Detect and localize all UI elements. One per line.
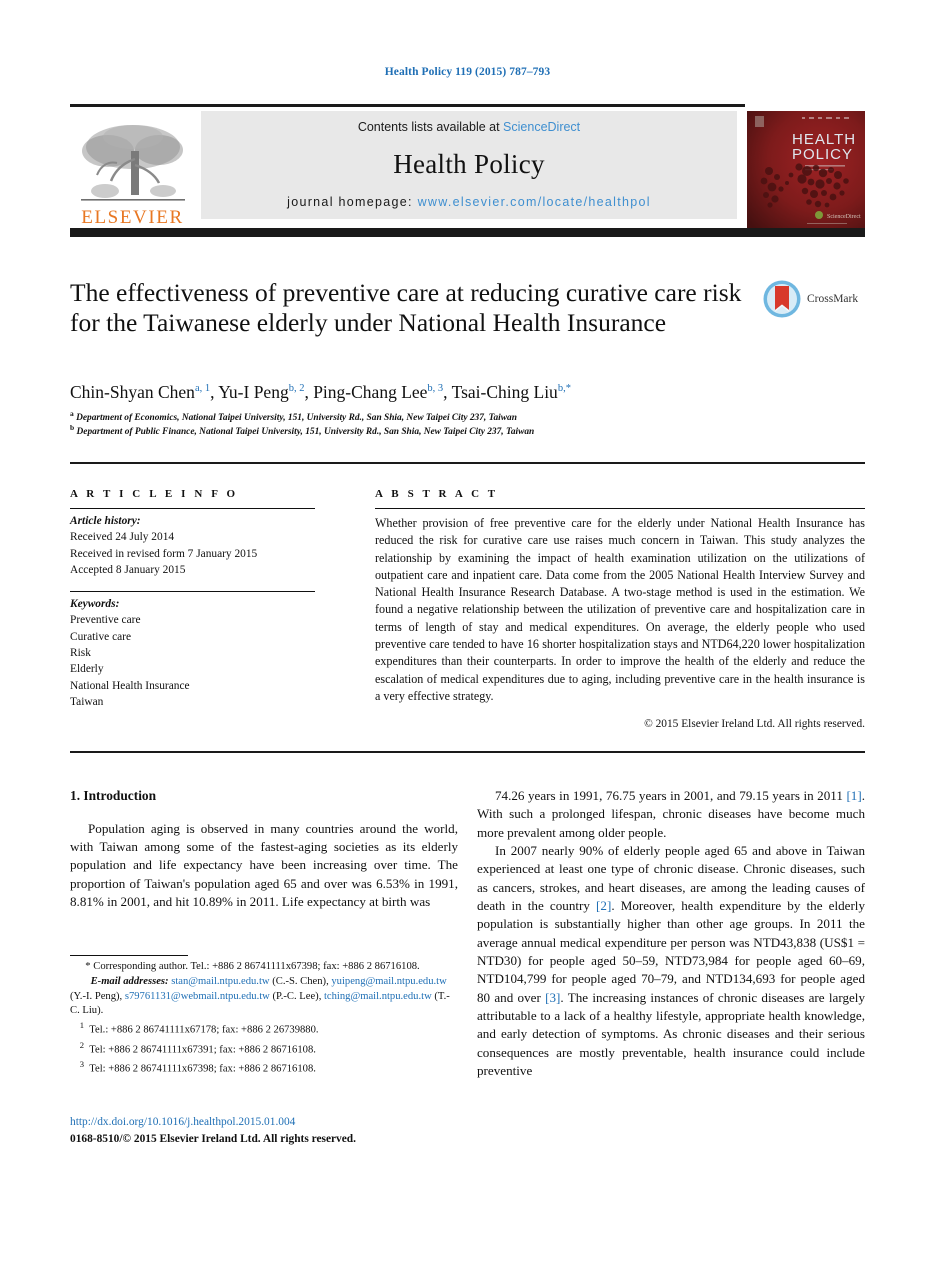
body-paragraph: In 2007 nearly 90% of elderly people age…	[477, 842, 865, 1078]
history-item: Received in revised form 7 January 2015	[70, 547, 258, 560]
homepage-prefix: journal homepage:	[287, 195, 418, 209]
footnote-rule	[70, 955, 188, 956]
paper-page: Health Policy 119 (2015) 787–793 ELSEVIE…	[0, 0, 935, 1266]
email-link[interactable]: stan@mail.ntpu.edu.tw	[171, 976, 269, 987]
body-paragraph: Population aging is observed in many cou…	[70, 820, 458, 910]
email-link[interactable]: s79761131@webmail.ntpu.edu.tw	[125, 991, 270, 1002]
footnote-numbered-1: 1 Tel.: +886 2 86741111x67178; fax: +886…	[70, 1019, 458, 1038]
masthead-center-panel: Contents lists available at ScienceDirec…	[201, 111, 737, 219]
email-owner: (C.-S. Chen)	[272, 975, 327, 987]
footnote-number: 3	[79, 1059, 84, 1070]
footnote-number: 2	[79, 1039, 84, 1050]
abstract-heading: A B S T R A C T	[375, 488, 499, 500]
reference-link[interactable]: [3]	[545, 990, 560, 1005]
footnote-text: Tel: +886 2 86741111x67391; fax: +886 2 …	[89, 1044, 316, 1056]
journal-cover-thumbnail: HEALTH POLICY ScienceDirect	[747, 111, 865, 229]
abstract-text: Whether provision of free preventive car…	[375, 516, 865, 703]
article-info-heading: A R T I C L E I N F O	[70, 488, 239, 500]
email-owner: (P.-C. Lee)	[272, 990, 319, 1002]
elsevier-logo: ELSEVIER	[70, 111, 195, 229]
crossmark-icon	[763, 280, 801, 318]
email-link[interactable]: tching@mail.ntpu.edu.tw	[324, 991, 432, 1002]
keywords-block: Keywords: Preventive care Curative care …	[70, 592, 315, 711]
email-owner: (Y.-I. Peng)	[70, 990, 120, 1002]
crossmark-label: CrossMark	[807, 293, 859, 305]
affiliation-a: a Department of Economics, National Taip…	[70, 409, 870, 423]
masthead-top-rule	[70, 104, 745, 107]
affiliation-b-marker: b	[70, 423, 75, 432]
affiliation-a-text: Department of Economics, National Taipei…	[76, 413, 517, 424]
affiliation-a-marker: a	[70, 409, 74, 418]
keyword-item: National Health Insurance	[70, 679, 190, 692]
page-title: The effectiveness of preventive care at …	[70, 278, 742, 338]
sciencedirect-link[interactable]: ScienceDirect	[503, 120, 580, 134]
article-history-label: Article history:	[70, 515, 141, 527]
history-item: Accepted 8 January 2015	[70, 564, 186, 577]
article-history-block: Article history: Received 24 July 2014 R…	[70, 509, 315, 579]
corresponding-author-text: Corresponding author. Tel.: +886 2 86741…	[93, 961, 420, 972]
footnote-text: Tel.: +886 2 86741111x67178; fax: +886 2…	[89, 1024, 319, 1036]
svg-text:ScienceDirect: ScienceDirect	[827, 214, 861, 220]
masthead-bottom-rule	[70, 228, 865, 237]
email-addresses-label: E-mail addresses:	[90, 975, 169, 987]
publisher-footer: http://dx.doi.org/10.1016/j.healthpol.20…	[70, 1114, 490, 1147]
footnote-emails: E-mail addresses: stan@mail.ntpu.edu.tw …	[70, 975, 450, 1017]
journal-masthead: ELSEVIER Contents lists available at Sci…	[70, 104, 865, 229]
elsevier-wordmark: ELSEVIER	[81, 207, 184, 228]
journal-title: Health Policy	[393, 149, 545, 179]
journal-cover-image: HEALTH POLICY ScienceDirect	[747, 111, 865, 229]
crossmark-badge[interactable]: CrossMark	[762, 276, 872, 322]
keyword-item: Curative care	[70, 630, 132, 643]
footnote-numbered-3: 3 Tel: +886 2 86741111x67398; fax: +886 …	[70, 1058, 458, 1077]
section-title-introduction: 1. Introduction	[70, 788, 157, 803]
footnote-numbered-2: 2 Tel: +886 2 86741111x67391; fax: +886 …	[70, 1039, 458, 1058]
abstract-bottom-rule	[70, 751, 865, 753]
author-list: Chin-Shyan Chena, 1, Yu-I Pengb, 2, Ping…	[70, 382, 571, 402]
doi-link[interactable]: http://dx.doi.org/10.1016/j.healthpol.20…	[70, 1114, 490, 1131]
article-info-column: Article history: Received 24 July 2014 R…	[70, 508, 315, 711]
keyword-item: Risk	[70, 646, 91, 659]
affiliation-b-text: Department of Public Finance, National T…	[76, 427, 535, 438]
keyword-item: Taiwan	[70, 696, 104, 709]
journal-homepage-line: journal homepage: www.elsevier.com/locat…	[287, 195, 651, 209]
issn-copyright: 0168-8510/© 2015 Elsevier Ireland Ltd. A…	[70, 1132, 356, 1145]
abstract-copyright: © 2015 Elsevier Ireland Ltd. All rights …	[644, 718, 865, 731]
keyword-item: Elderly	[70, 663, 104, 676]
footnote-text: Tel: +886 2 86741111x67398; fax: +886 2 …	[89, 1063, 316, 1075]
abstract-column: Whether provision of free preventive car…	[375, 508, 865, 730]
title-block: The effectiveness of preventive care at …	[70, 278, 750, 338]
contents-available-line: Contents lists available at ScienceDirec…	[358, 120, 580, 134]
body-column-right: 74.26 years in 1991, 76.75 years in 2001…	[477, 787, 865, 1080]
keyword-item: Preventive care	[70, 614, 141, 627]
contents-prefix: Contents lists available at	[357, 120, 504, 134]
keywords-label: Keywords:	[70, 597, 120, 610]
body-column-left: 1. Introduction Population aging is obse…	[70, 787, 458, 911]
footnote-number: 1	[79, 1020, 84, 1031]
svg-text:POLICY: POLICY	[792, 146, 853, 163]
footnotes-block: * Corresponding author. Tel.: +886 2 867…	[70, 955, 458, 1077]
reference-link[interactable]: [1]	[846, 788, 861, 803]
footnote-corresponding: * Corresponding author. Tel.: +886 2 867…	[70, 960, 458, 975]
body-paragraph: 74.26 years in 1991, 76.75 years in 2001…	[477, 788, 865, 840]
corresponding-author-note: * Corresponding author. Tel.: +886 2 867…	[70, 961, 420, 972]
email-link[interactable]: yuipeng@mail.ntpu.edu.tw	[331, 976, 446, 987]
reference-link[interactable]: [2]	[596, 898, 611, 913]
running-head: Health Policy 119 (2015) 787–793	[384, 66, 551, 78]
affiliation-b: b Department of Public Finance, National…	[70, 423, 870, 437]
asterisk-marker: *	[80, 961, 94, 972]
info-top-rule	[70, 462, 865, 464]
history-item: Received 24 July 2014	[70, 531, 175, 544]
homepage-link[interactable]: www.elsevier.com/locate/healthpol	[418, 195, 651, 209]
elsevier-tree-icon	[80, 125, 185, 201]
